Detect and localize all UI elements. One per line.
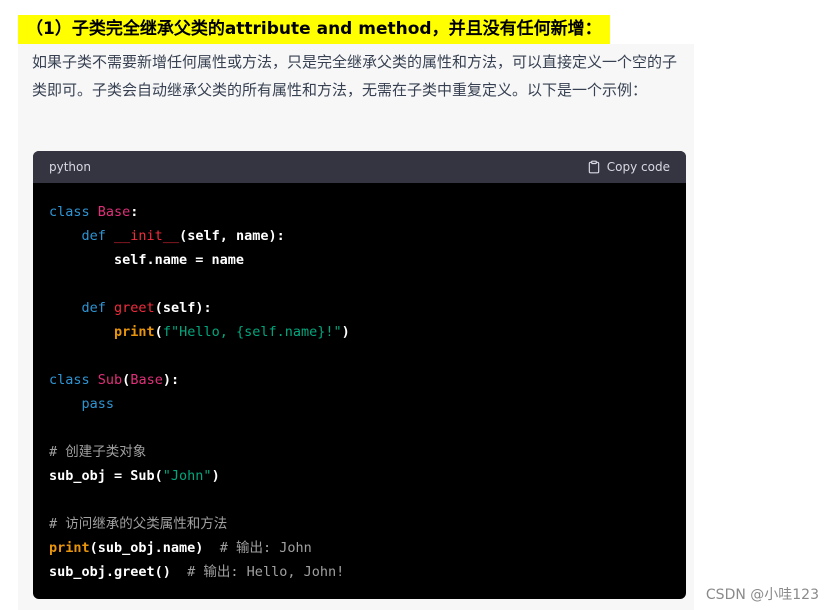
code-token: Base bbox=[130, 372, 163, 388]
watermark: CSDN @小哇123 bbox=[705, 587, 819, 603]
code-token: f"Hello, {self.name}!" bbox=[162, 324, 342, 340]
code-line: print(sub_obj.name) # 输出: John bbox=[49, 540, 312, 556]
code-language-label: python bbox=[49, 160, 91, 174]
code-token: # 创建子类对象 bbox=[49, 444, 147, 460]
description-paragraph: 如果子类不需要新增任何属性或方法，只是完全继承父类的属性和方法，可以直接定义一个… bbox=[32, 53, 678, 99]
code-token: Sub bbox=[97, 372, 123, 388]
code-token: class bbox=[49, 204, 90, 220]
code-line: print(f"Hello, {self.name}!") bbox=[114, 324, 350, 340]
code-token: class bbox=[49, 372, 90, 388]
code-token: greet bbox=[114, 300, 155, 316]
code-line: sub_obj = Sub("John") bbox=[49, 468, 220, 484]
code-header: python Copy code bbox=[33, 151, 686, 183]
code-line: pass bbox=[49, 396, 115, 412]
copy-code-label: Copy code bbox=[606, 160, 670, 174]
clipboard-icon bbox=[588, 160, 600, 174]
code-line: class Base: bbox=[49, 204, 139, 220]
code-line: sub_obj.greet() # 输出: Hello, John! bbox=[49, 564, 345, 580]
code-line: class Sub(Base): bbox=[49, 372, 180, 388]
code-token: def bbox=[81, 228, 106, 244]
code-token: # 输出: John bbox=[219, 540, 312, 556]
code-token: print bbox=[49, 540, 90, 556]
code-token: def bbox=[81, 300, 106, 316]
code-line: # 访问继承的父类属性和方法 bbox=[49, 516, 227, 532]
code-token: print bbox=[114, 324, 155, 340]
code-line: # 创建子类对象 bbox=[49, 444, 146, 460]
code-token: # 访问继承的父类属性和方法 bbox=[49, 516, 228, 532]
code-line: def __init__(self, name): bbox=[81, 228, 285, 244]
code-token: "John" bbox=[162, 468, 212, 484]
code-block: python Copy code class Base: def __init_… bbox=[33, 151, 686, 599]
code-line: def greet(self): bbox=[81, 300, 212, 316]
code-token: pass bbox=[81, 396, 115, 412]
code-line: self.name = name bbox=[49, 252, 245, 268]
copy-code-button[interactable]: Copy code bbox=[587, 160, 670, 174]
code-token: # 输出: Hello, John! bbox=[187, 564, 345, 580]
code-token: __init__ bbox=[114, 228, 180, 244]
code-token: Base bbox=[97, 204, 131, 220]
code-content: class Base: def __init__(self, name): se… bbox=[33, 183, 686, 584]
section-heading: （1）子类完全继承父类的attribute and method，并且没有任何新… bbox=[18, 15, 610, 45]
